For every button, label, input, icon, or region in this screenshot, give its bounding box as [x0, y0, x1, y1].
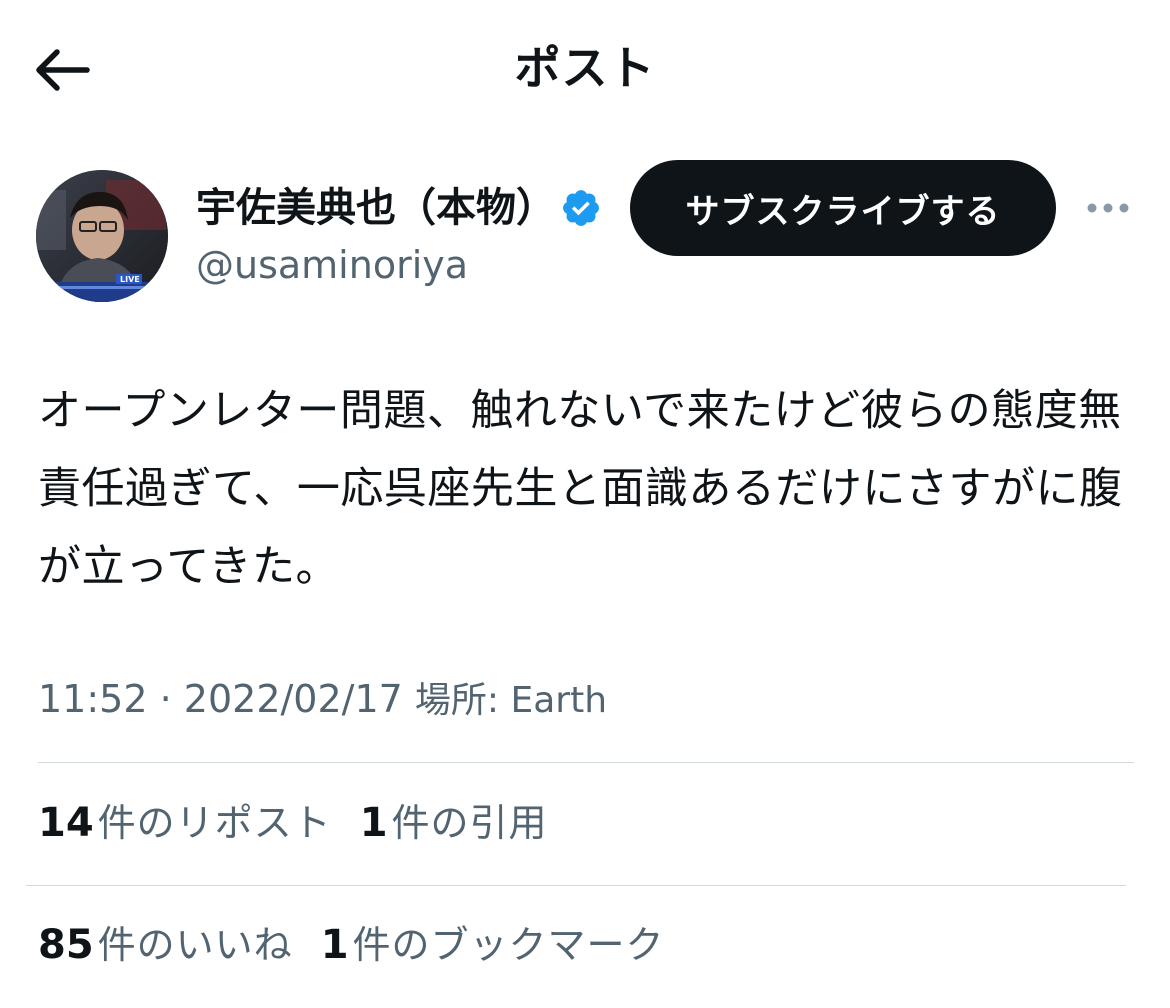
reposts-stat[interactable]: 14 件のリポスト	[38, 796, 332, 850]
likes-count: 85	[38, 922, 94, 968]
stats-row-reposts: 14 件のリポスト 1 件の引用	[38, 796, 576, 850]
more-horizontal-icon[interactable]	[1080, 188, 1136, 228]
author-name-row: 宇佐美典也（本物）	[196, 182, 602, 234]
quotes-label: 件の引用	[391, 801, 548, 845]
quotes-count: 1	[359, 800, 388, 846]
quotes-stat[interactable]: 1 件の引用	[360, 796, 548, 850]
post-location: 場所: Earth	[414, 680, 608, 721]
bookmarks-count: 1	[320, 922, 349, 968]
subscribe-button[interactable]: サブスクライブする	[630, 160, 1056, 256]
author-name[interactable]: 宇佐美典也（本物）	[196, 182, 556, 234]
avatar-image: LIVE	[36, 170, 168, 302]
bookmarks-stat[interactable]: 1 件のブックマーク	[321, 918, 665, 972]
post-time[interactable]: 11:52	[38, 677, 148, 721]
reposts-count: 14	[38, 800, 94, 846]
post-text: オープンレター問題、触れないで来たけど彼らの態度無責任過ぎて、一応呉座先生と面識…	[38, 386, 1123, 592]
post-date[interactable]: 2022/02/17	[184, 677, 403, 721]
stats-row-likes: 85 件のいいね 1 件のブックマーク	[38, 918, 693, 972]
likes-label: 件のいいね	[97, 923, 293, 967]
likes-stat[interactable]: 85 件のいいね	[38, 918, 293, 972]
bookmarks-label: 件のブックマーク	[352, 923, 665, 967]
divider	[26, 885, 1126, 886]
avatar-live-tag: LIVE	[120, 275, 140, 284]
reposts-label: 件のリポスト	[97, 801, 332, 845]
avatar[interactable]: LIVE	[36, 170, 168, 302]
meta-separator: ·	[159, 677, 172, 721]
verified-badge-icon[interactable]	[560, 187, 602, 229]
author-handle[interactable]: @usaminoriya	[196, 240, 468, 290]
top-bar: ポスト	[0, 0, 1170, 140]
post-meta: 11:52 · 2022/02/17 場所: Earth	[38, 672, 607, 728]
author-row: LIVE 宇佐美典也（本物） @usaminoriya サブスクライブする	[0, 160, 1170, 310]
divider	[38, 762, 1134, 763]
page-title: ポスト	[514, 41, 656, 95]
